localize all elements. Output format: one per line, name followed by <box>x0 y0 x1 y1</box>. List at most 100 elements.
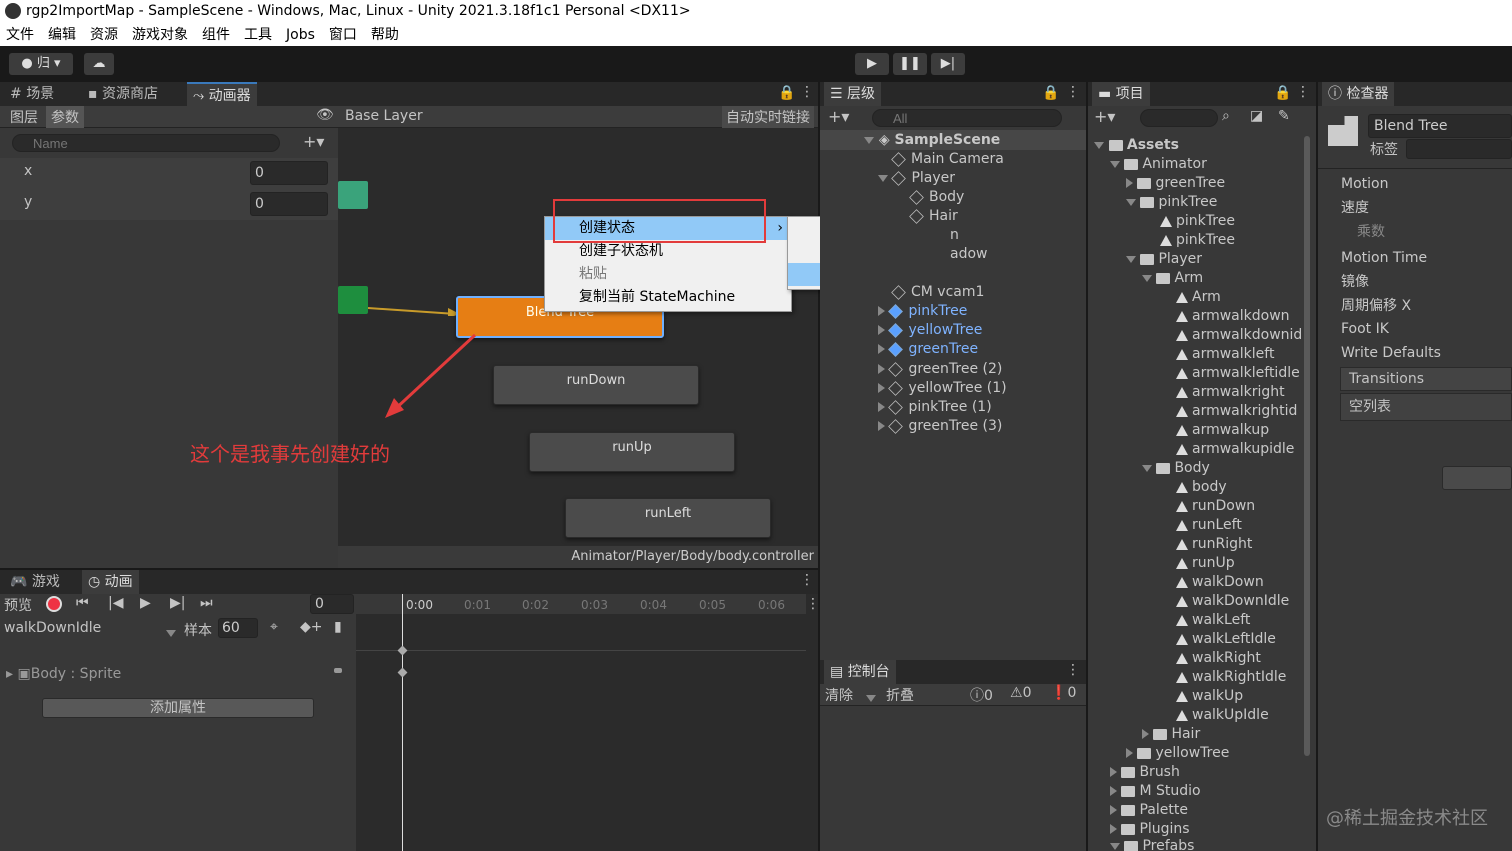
chevron-down-icon[interactable] <box>866 690 876 706</box>
tab-layers[interactable]: 图层 <box>10 107 38 127</box>
breadcrumb[interactable]: Base Layer <box>345 108 423 124</box>
next-key-button[interactable]: ▶| <box>170 595 185 611</box>
hierarchy-search-input[interactable] <box>872 109 1062 127</box>
menu-window[interactable]: 窗口 <box>329 24 357 46</box>
param-search-input[interactable] <box>12 134 280 152</box>
project-asset[interactable]: runUp <box>1176 554 1235 573</box>
any-state-node[interactable] <box>338 286 368 314</box>
clip-dropdown[interactable]: walkDownIdle <box>4 620 101 636</box>
project-folder[interactable]: greenTree <box>1126 174 1225 193</box>
play-button[interactable]: ▶ <box>855 53 889 75</box>
scene-root[interactable]: ◈ SampleScene <box>864 131 1000 150</box>
project-asset[interactable]: armwalkdownid <box>1176 326 1302 345</box>
sample-rate-input[interactable]: 60 <box>218 618 258 638</box>
state-node-runup[interactable]: runUp <box>529 432 735 472</box>
project-asset[interactable]: walkDown <box>1176 573 1264 592</box>
hierarchy-item[interactable]: greenTree (3) <box>878 417 1002 436</box>
project-folder[interactable]: Hair <box>1142 725 1200 744</box>
hierarchy-item[interactable]: greenTree (2) <box>878 360 1002 379</box>
project-asset[interactable]: runRight <box>1176 535 1252 554</box>
menu-component[interactable]: 组件 <box>202 24 230 46</box>
hierarchy-prefab[interactable]: yellowTree <box>878 321 982 340</box>
more-menu-icon[interactable]: ⋮ <box>1066 84 1080 100</box>
record-button[interactable] <box>46 596 62 612</box>
add-object-button[interactable]: +▾ <box>828 107 849 126</box>
project-asset[interactable]: armwalkdown <box>1176 307 1290 326</box>
project-folder[interactable]: Animator <box>1110 155 1207 174</box>
step-button[interactable]: ▶| <box>931 53 965 75</box>
project-folder[interactable]: Palette <box>1110 801 1188 820</box>
tab-hierarchy[interactable]: ☰ 层级 <box>824 82 882 106</box>
project-folder[interactable]: Assets <box>1094 136 1179 155</box>
menu-assets[interactable]: 资源 <box>90 24 118 46</box>
hierarchy-item[interactable]: Body <box>909 188 964 207</box>
pause-button[interactable]: ❚❚ <box>893 53 927 75</box>
keyframe[interactable] <box>397 667 408 678</box>
lock-icon[interactable]: 🔒 <box>1274 85 1291 101</box>
create-asset-button[interactable]: +▾ <box>1094 107 1115 126</box>
clear-button[interactable]: 清除 <box>825 685 853 705</box>
hierarchy-item[interactable]: CM vcam1 <box>891 283 984 302</box>
project-folder[interactable]: Prefabs <box>1110 837 1194 851</box>
tag-dropdown[interactable] <box>1406 139 1512 159</box>
menu-help[interactable]: 帮助 <box>371 24 399 46</box>
object-name-input[interactable]: Blend Tree <box>1368 114 1512 138</box>
more-menu-icon[interactable]: ⋮ <box>1066 662 1080 678</box>
menu-file[interactable]: 文件 <box>6 24 34 46</box>
project-asset[interactable]: armwalkleft <box>1176 345 1274 364</box>
project-asset[interactable]: armwalkupidle <box>1176 440 1294 459</box>
lock-icon[interactable]: 🔒 <box>1042 85 1059 101</box>
entry-node[interactable] <box>338 181 368 209</box>
project-asset[interactable]: pinkTree <box>1160 212 1235 231</box>
auto-live-link-button[interactable]: 自动实时链接 <box>722 106 814 128</box>
animator-graph[interactable]: Base Layer 自动实时链接 Blend Tree runDown run… <box>338 106 818 568</box>
project-asset[interactable]: walkDownIdle <box>1176 592 1289 611</box>
menu-edit[interactable]: 编辑 <box>48 24 76 46</box>
tab-project[interactable]: ▬ 项目 <box>1092 82 1150 106</box>
hierarchy-item[interactable]: Hair <box>909 207 958 226</box>
menu-item-create-sub-state-machine[interactable]: 创建子状态机 <box>545 240 791 263</box>
project-asset[interactable]: runLeft <box>1176 516 1242 535</box>
add-param-button[interactable]: +▾ <box>303 132 324 151</box>
project-asset[interactable]: armwalkleftidle <box>1176 364 1300 383</box>
animation-timeline[interactable]: 0:00 0:01 0:02 0:03 0:04 0:05 0:06 ⋮ <box>356 594 820 851</box>
project-search-input[interactable] <box>1140 109 1218 127</box>
cloud-icon[interactable]: ☁ <box>84 53 114 75</box>
first-key-button[interactable]: ⏮ <box>76 595 89 611</box>
hierarchy-item[interactable]: Main Camera <box>891 150 1004 169</box>
more-menu-icon[interactable]: ⋮ <box>800 84 814 100</box>
add-property-button[interactable]: 添加属性 <box>42 698 314 718</box>
param-value-input[interactable]: 0 <box>250 192 328 216</box>
project-asset[interactable]: walkUp <box>1176 687 1243 706</box>
chevron-down-icon[interactable] <box>166 625 176 641</box>
play-anim-button[interactable]: ▶ <box>140 595 151 611</box>
project-folder[interactable]: Body <box>1142 459 1210 478</box>
tab-parameters[interactable]: 参数 <box>46 106 84 128</box>
project-folder[interactable]: Player <box>1126 250 1202 269</box>
tab-scene[interactable]: # 场景 <box>4 82 60 106</box>
lock-icon[interactable]: 🔒 <box>778 85 795 101</box>
project-asset[interactable]: Arm <box>1176 288 1221 307</box>
hierarchy-item[interactable]: adow <box>950 245 987 264</box>
info-count[interactable]: ⓘ0 <box>970 685 993 705</box>
account-button[interactable]: ● 归 ▾ <box>9 53 73 75</box>
last-key-button[interactable]: ⏭ <box>200 595 213 611</box>
error-count[interactable]: ❗0 <box>1050 685 1076 701</box>
project-asset[interactable]: pinkTree <box>1160 231 1235 250</box>
tab-asset-store[interactable]: ▪ 资源商店 <box>82 82 164 106</box>
menu-gameobject[interactable]: 游戏对象 <box>132 24 188 46</box>
keyframe[interactable] <box>397 645 408 656</box>
filter-icon[interactable]: ◪ <box>1250 108 1263 124</box>
tab-game[interactable]: 🎮 游戏 <box>4 570 66 594</box>
add-keyframe-icon[interactable]: ◆+ <box>300 619 323 635</box>
project-asset[interactable]: walkLeft <box>1176 611 1250 630</box>
project-asset[interactable]: armwalkright <box>1176 383 1285 402</box>
project-asset[interactable]: walkLeftIdle <box>1176 630 1276 649</box>
state-node-rundown[interactable]: runDown <box>493 365 699 405</box>
key-filter-icon[interactable]: ⌖ <box>270 619 278 635</box>
tab-animation[interactable]: ◷ 动画 <box>82 570 139 594</box>
preview-toggle[interactable]: 预览 <box>4 595 32 615</box>
hierarchy-item[interactable]: pinkTree (1) <box>878 398 992 417</box>
hierarchy-item[interactable]: n <box>950 226 959 245</box>
more-menu-icon[interactable]: ⋮ <box>800 572 814 588</box>
